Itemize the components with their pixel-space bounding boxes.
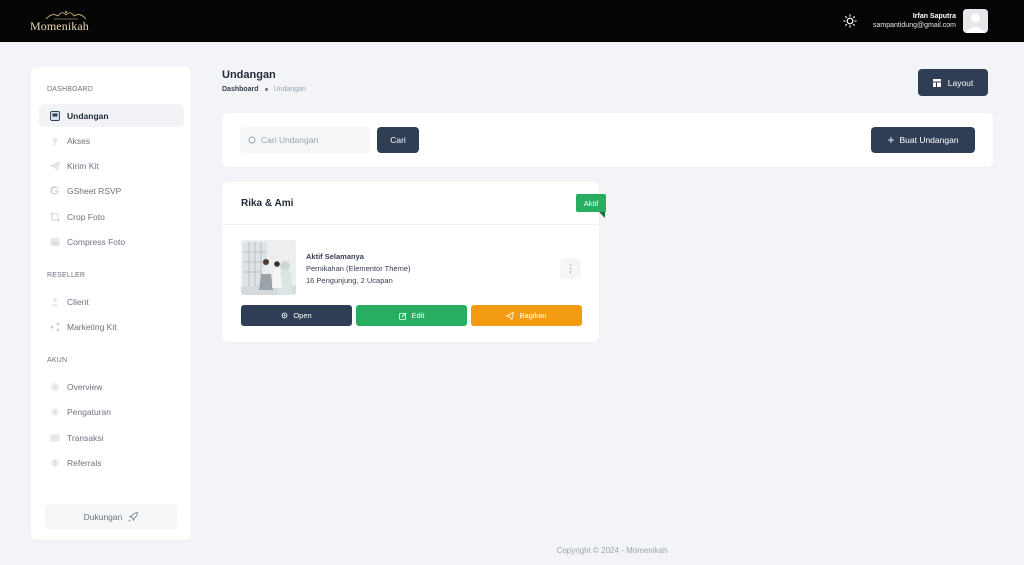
invitation-card-header: Rika & Ami — [222, 182, 599, 225]
search-button[interactable]: Cari — [377, 127, 419, 153]
invitation-card: Rika & Ami Aktif Aktif Selamanya Pernika… — [222, 182, 606, 342]
invitation-plan: Aktif Selamanya — [306, 252, 364, 261]
referral-icon: $ — [50, 458, 60, 468]
crop-icon — [50, 211, 60, 222]
sidebar-item-client[interactable]: Client — [39, 290, 184, 313]
sidebar-heading-akun: AKUN — [47, 357, 68, 364]
sidebar-item-kirim-kit[interactable]: Kirim Kit — [39, 154, 184, 177]
settings-icon — [50, 407, 60, 417]
overview-icon — [50, 382, 60, 392]
ribbon-fold — [599, 212, 605, 218]
search-input[interactable] — [261, 135, 361, 145]
sidebar-item-transaksi[interactable]: Transaksi — [39, 426, 184, 449]
user-email: sampantidung@gmail.com — [873, 22, 956, 29]
sidebar: DASHBOARD Undangan Akses Kirim Kit GShee… — [31, 67, 191, 540]
more-vertical-icon — [569, 264, 572, 273]
avatar-placeholder-icon — [963, 9, 988, 33]
search-card: Cari + Buat Undangan — [222, 113, 993, 167]
google-icon — [50, 185, 60, 196]
breadcrumb-separator — [264, 88, 268, 91]
sidebar-item-label: GSheet RSVP — [67, 185, 122, 196]
compress-icon — [50, 237, 60, 247]
sidebar-item-label: Akses — [67, 135, 91, 146]
user-icon — [50, 297, 60, 307]
sidebar-item-marketing-kit[interactable]: Marketing Kit — [39, 315, 184, 338]
edit-icon — [398, 311, 407, 320]
layout-label: Layout — [947, 77, 974, 88]
sidebar-heading-reseller: RESELLER — [47, 272, 86, 279]
invitation-title: Rika & Ami — [241, 198, 294, 209]
theme-toggle-icon[interactable] — [843, 14, 857, 28]
rocket-icon — [128, 511, 139, 521]
more-options-button[interactable] — [560, 258, 581, 279]
open-button[interactable]: Open — [241, 305, 352, 326]
sidebar-item-label: Compress Foto — [67, 236, 126, 247]
user-info[interactable]: Irfan Saputra sampantidung@gmail.com — [873, 12, 956, 31]
sidebar-item-compress-foto[interactable]: Compress Foto — [39, 230, 184, 253]
breadcrumb: Dashboard Undangan — [222, 86, 306, 93]
sidebar-item-label: Marketing Kit — [67, 321, 117, 332]
support-label: Dukungan — [83, 511, 123, 522]
invitation-icon — [50, 110, 60, 121]
avatar[interactable] — [963, 9, 988, 33]
invitation-stats: 16 Pengunjung, 2 Ucapan — [306, 276, 393, 285]
create-invitation-label: Buat Undangan — [899, 135, 959, 145]
open-label: Open — [293, 311, 312, 320]
sidebar-item-gsheet-rsvp[interactable]: GSheet RSVP — [39, 179, 184, 202]
sidebar-item-label: Overview — [67, 381, 103, 392]
send-icon — [50, 160, 60, 171]
top-bar: Momenikah Irfan Saputra sampantidung@gma… — [0, 0, 1024, 42]
footer-copyright: Copyright © 2024 - Momenikah — [556, 546, 668, 555]
share-button[interactable]: Bagikan — [471, 305, 582, 326]
page-title: Undangan — [222, 69, 276, 81]
open-icon — [281, 312, 288, 319]
marketing-icon — [50, 322, 60, 332]
invitation-photo — [241, 240, 296, 295]
sidebar-item-label: Pengaturan — [67, 406, 111, 417]
status-badge: Aktif — [576, 194, 606, 212]
sidebar-item-label: Referrals — [67, 457, 102, 468]
create-invitation-button[interactable]: + Buat Undangan — [871, 127, 975, 153]
sidebar-item-crop-foto[interactable]: Crop Foto — [39, 205, 184, 228]
sidebar-item-overview[interactable]: Overview — [39, 375, 184, 398]
plus-icon: + — [887, 133, 895, 147]
edit-button[interactable]: Edit — [356, 305, 467, 326]
sidebar-item-label: Undangan — [67, 110, 109, 121]
search-icon — [248, 136, 256, 144]
invitation-theme: Pernikahan (Elementor Theme) — [306, 264, 411, 273]
edit-label: Edit — [411, 311, 425, 320]
brand-logo[interactable]: Momenikah — [30, 10, 90, 33]
breadcrumb-dashboard[interactable]: Dashboard — [222, 86, 259, 93]
sidebar-item-label: Client — [67, 296, 89, 307]
sidebar-item-undangan[interactable]: Undangan — [39, 104, 184, 127]
support-button[interactable]: Dukungan — [45, 504, 177, 529]
sidebar-item-akses[interactable]: Akses — [39, 129, 184, 152]
breadcrumb-current: Undangan — [273, 86, 306, 93]
transaction-icon — [50, 433, 60, 443]
share-label: Bagikan — [519, 311, 547, 320]
sidebar-item-pengaturan[interactable]: Pengaturan — [39, 400, 184, 423]
access-icon — [50, 136, 60, 146]
send-icon — [506, 311, 515, 320]
sidebar-item-referrals[interactable]: $ Referrals — [39, 451, 184, 474]
user-name: Irfan Saputra — [912, 13, 956, 20]
brand-name: Momenikah — [30, 19, 89, 33]
sidebar-item-label: Crop Foto — [67, 211, 105, 222]
sidebar-heading-dashboard: DASHBOARD — [47, 86, 94, 93]
layout-button[interactable]: Layout — [918, 69, 988, 96]
sidebar-item-label: Transaksi — [67, 432, 104, 443]
sidebar-item-label: Kirim Kit — [67, 160, 99, 171]
search-field[interactable] — [240, 127, 370, 153]
layout-icon — [932, 78, 941, 87]
